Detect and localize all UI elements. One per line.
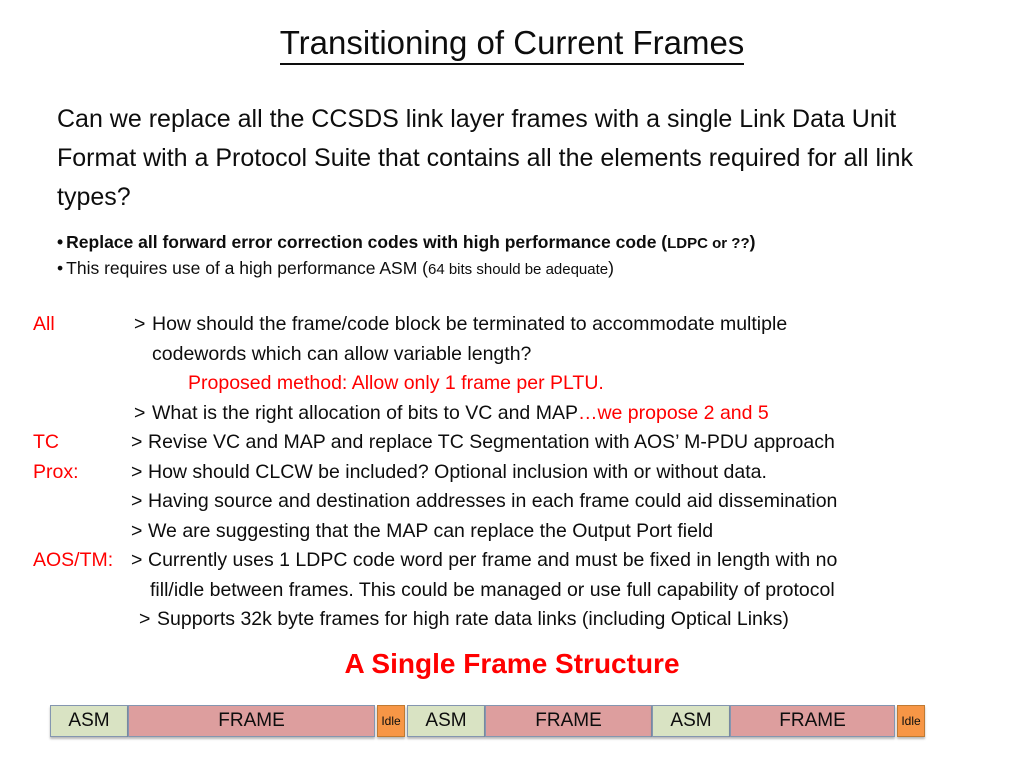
arrow-marker: > — [131, 519, 143, 542]
row-text: We are suggesting that the MAP can repla… — [148, 519, 714, 542]
arrow-marker: > — [131, 549, 143, 571]
frame-structure-diagram: ASM FRAME Idle ASM FRAME ASM FRAME Idle — [50, 705, 930, 739]
row-text: Having source and destination addresses … — [148, 490, 838, 512]
row-text: What is the right allocation of bits to … — [152, 399, 769, 429]
segment-idle-2: Idle — [897, 705, 925, 737]
intro-paragraph: Can we replace all the CCSDS link layer … — [57, 105, 913, 211]
row-text: Revise VC and MAP and replace TC Segment… — [148, 431, 835, 453]
bullet-dot-icon: • — [57, 258, 64, 278]
row-text: codewords which can allow variable lengt… — [152, 342, 532, 365]
segment-asm-1: ASM — [50, 705, 128, 737]
row-text: Currently uses 1 LDPC code word per fram… — [148, 549, 838, 571]
bullet-item-2-main: This requires use of a high performance … — [66, 258, 428, 278]
segment-asm-2: ASM — [407, 705, 485, 737]
row-label-prox: Prox: — [33, 460, 79, 483]
list-item: > What is the right allocation of bits t… — [0, 399, 1024, 429]
discussion-list: All > How should the frame/code block be… — [0, 310, 1024, 635]
bullet-item-1-tail: ) — [749, 232, 756, 252]
row-text: How should CLCW be included? Optional in… — [148, 460, 767, 483]
list-item: fill/idle between frames. This could be … — [0, 576, 1024, 606]
row-label-aos-tm: AOS/TM: — [33, 549, 114, 571]
arrow-marker: > — [131, 460, 143, 483]
list-item: codewords which can allow variable lengt… — [0, 340, 1024, 370]
arrow-marker: > — [139, 608, 151, 630]
list-item-proposed-method: Proposed method: Allow only 1 frame per … — [0, 369, 1024, 399]
arrow-marker: > — [131, 490, 143, 512]
page-title: Transitioning of Current Frames — [0, 24, 1024, 65]
list-item: > Supports 32k byte frames for high rate… — [0, 605, 1024, 635]
row-text: How should the frame/code block be termi… — [152, 313, 788, 335]
list-item: AOS/TM: > Currently uses 1 LDPC code wor… — [0, 546, 1024, 576]
bullet-item-2-paren: 64 bits should be adequate — [427, 261, 609, 278]
bullet-item-2-tail: ) — [608, 258, 614, 278]
bullet-item-1-paren: LDPC or ?? — [667, 235, 750, 252]
list-item: Prox: > How should CLCW be included? Opt… — [0, 458, 1024, 488]
row-text-main: What is the right allocation of bits to … — [152, 401, 578, 424]
row-text-red-tail: …we propose 2 and 5 — [577, 401, 769, 424]
bullet-item-1: • Replace all forward error correction co… — [57, 230, 997, 256]
list-item: TC > Revise VC and MAP and replace TC Se… — [0, 428, 1024, 458]
segment-idle-1: Idle — [377, 705, 405, 737]
frame-structure-heading: A Single Frame Structure — [344, 648, 680, 679]
row-label-tc: TC — [33, 431, 59, 453]
slide-canvas: Transitioning of Current Frames Can we r… — [0, 0, 1024, 768]
bullet-list: • Replace all forward error correction co… — [57, 230, 997, 282]
segment-frame-3: FRAME — [730, 705, 895, 737]
segment-asm-3: ASM — [652, 705, 730, 737]
arrow-marker: > — [134, 401, 146, 424]
list-item: All > How should the frame/code block be… — [0, 310, 1024, 340]
list-item: > We are suggesting that the MAP can rep… — [0, 517, 1024, 547]
arrow-marker: > — [131, 431, 143, 453]
bullet-item-1-main: Replace all forward error correction cod… — [66, 232, 668, 252]
arrow-marker: > — [134, 313, 146, 335]
bullet-dot-icon: • — [57, 232, 64, 252]
row-text: fill/idle between frames. This could be … — [150, 578, 835, 601]
page-title-text: Transitioning of Current Frames — [279, 24, 745, 65]
row-label-all: All — [33, 313, 55, 335]
list-item: > Having source and destination addresse… — [0, 487, 1024, 517]
segment-frame-1: FRAME — [128, 705, 375, 737]
bullet-item-2: • This requires use of a high performance… — [57, 256, 997, 282]
row-text: Proposed method: Allow only 1 frame per … — [188, 372, 604, 394]
row-text: Supports 32k byte frames for high rate d… — [157, 608, 789, 630]
segment-frame-2: FRAME — [485, 705, 652, 737]
